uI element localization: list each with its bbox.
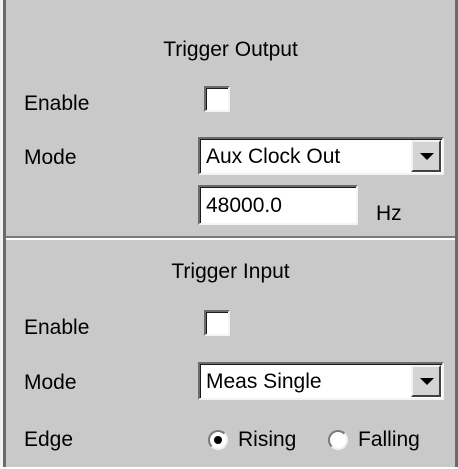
trigger-panel: Trigger Output Enable Mode Aux Clock Out… bbox=[0, 0, 458, 469]
trigger-output-section: Trigger Output Enable Mode Aux Clock Out… bbox=[6, 0, 455, 236]
trigger-input-mode-value: Meas Single bbox=[206, 370, 322, 393]
trigger-output-mode-select[interactable]: Aux Clock Out bbox=[198, 137, 444, 175]
trigger-output-frequency-unit: Hz bbox=[376, 202, 402, 225]
edge-falling-label[interactable]: Falling bbox=[358, 428, 420, 452]
trigger-output-frequency-value: 48000.0 bbox=[206, 194, 282, 217]
trigger-output-enable-label: Enable bbox=[24, 92, 90, 115]
trigger-input-title: Trigger Input bbox=[171, 260, 290, 283]
edge-falling-radio[interactable] bbox=[328, 430, 348, 450]
trigger-input-mode-dropdown-button[interactable] bbox=[411, 365, 441, 397]
trigger-output-enable-checkbox[interactable] bbox=[204, 86, 230, 112]
trigger-output-frequency-input[interactable]: 48000.0 bbox=[198, 185, 358, 225]
trigger-input-edge-label: Edge bbox=[24, 428, 74, 451]
trigger-output-title: Trigger Output bbox=[163, 38, 298, 61]
chevron-down-icon bbox=[420, 378, 434, 385]
trigger-output-mode-value: Aux Clock Out bbox=[206, 145, 341, 168]
trigger-output-mode-label: Mode bbox=[24, 146, 77, 169]
edge-rising-radio[interactable] bbox=[208, 430, 228, 450]
radio-selected-icon bbox=[214, 436, 222, 444]
trigger-input-mode-select[interactable]: Meas Single bbox=[198, 362, 444, 400]
trigger-input-enable-label: Enable bbox=[24, 316, 90, 339]
edge-rising-label[interactable]: Rising bbox=[238, 428, 296, 452]
chevron-down-icon bbox=[420, 153, 434, 160]
trigger-input-enable-checkbox[interactable] bbox=[204, 310, 230, 336]
trigger-input-mode-label: Mode bbox=[24, 371, 77, 394]
trigger-input-section: Trigger Input Enable Mode Meas Single Ed… bbox=[6, 240, 455, 467]
trigger-output-mode-dropdown-button[interactable] bbox=[411, 140, 441, 172]
